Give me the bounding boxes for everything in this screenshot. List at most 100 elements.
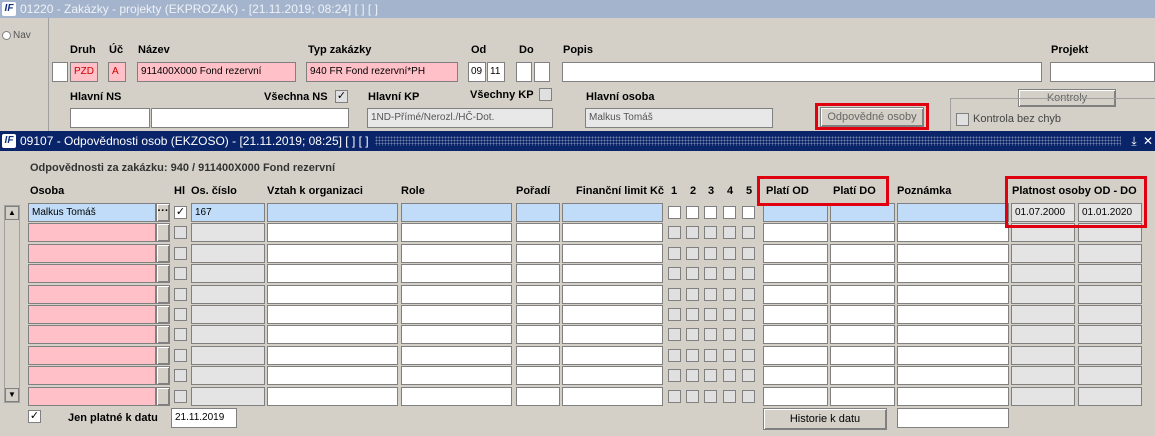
osoba-lookup-button[interactable] <box>156 346 170 365</box>
cell-fin[interactable] <box>562 305 663 324</box>
flag-checkbox[interactable] <box>723 369 736 382</box>
cell-os-cislo[interactable] <box>191 223 265 242</box>
cell-vztah[interactable] <box>267 285 398 304</box>
hl-checkbox[interactable] <box>174 390 187 403</box>
osoba-lookup-button[interactable]: ··· <box>156 203 170 222</box>
cell-role[interactable] <box>401 366 512 385</box>
cell-os-cislo[interactable] <box>191 325 265 344</box>
flag-checkbox[interactable] <box>668 308 681 321</box>
hl-checkbox[interactable] <box>174 308 187 321</box>
cell-poradi[interactable] <box>516 264 560 283</box>
cell-vztah[interactable] <box>267 305 398 324</box>
cell-osoba[interactable] <box>28 387 156 406</box>
cell-role[interactable] <box>401 244 512 263</box>
cell-platnost-do[interactable] <box>1078 305 1142 324</box>
cell-poradi[interactable] <box>516 366 560 385</box>
cell-vztah[interactable] <box>267 223 398 242</box>
flag-checkbox[interactable] <box>742 390 755 403</box>
cell-poznamka[interactable] <box>897 244 1009 263</box>
cell-poznamka[interactable] <box>897 346 1009 365</box>
cell-fin[interactable] <box>562 203 663 222</box>
flag-checkbox[interactable] <box>686 267 699 280</box>
cell-plati-od[interactable] <box>763 285 828 304</box>
flag-checkbox[interactable] <box>704 308 717 321</box>
flag-checkbox[interactable] <box>668 267 681 280</box>
flag-checkbox[interactable] <box>686 369 699 382</box>
osoba-lookup-button[interactable] <box>156 366 170 385</box>
cell-poradi[interactable] <box>516 305 560 324</box>
cell-fin[interactable] <box>562 387 663 406</box>
flag-checkbox[interactable] <box>723 328 736 341</box>
flag-checkbox[interactable] <box>723 226 736 239</box>
flag-checkbox[interactable] <box>742 369 755 382</box>
flag-checkbox[interactable] <box>723 308 736 321</box>
historie-field[interactable] <box>897 408 1009 428</box>
cell-plati-do[interactable] <box>830 325 895 344</box>
scroll-up-icon[interactable]: ▲ <box>5 206 19 220</box>
flag-checkbox[interactable] <box>686 206 699 219</box>
flag-checkbox[interactable] <box>704 267 717 280</box>
hl-checkbox[interactable] <box>174 288 187 301</box>
hl-checkbox[interactable] <box>174 247 187 260</box>
cell-poradi[interactable] <box>516 223 560 242</box>
cell-plati-od[interactable] <box>763 325 828 344</box>
cell-platnost-do[interactable] <box>1078 244 1142 263</box>
cell-fin[interactable] <box>562 285 663 304</box>
cell-plati-do[interactable] <box>830 366 895 385</box>
cell-role[interactable] <box>401 387 512 406</box>
cell-fin[interactable] <box>562 264 663 283</box>
cell-role[interactable] <box>401 346 512 365</box>
cell-vztah[interactable] <box>267 325 398 344</box>
minimize-icon[interactable]: ⤓ <box>1127 134 1141 149</box>
cell-osoba[interactable] <box>28 244 156 263</box>
close-icon[interactable]: ✕ <box>1141 134 1155 148</box>
flag-checkbox[interactable] <box>723 206 736 219</box>
flag-checkbox[interactable] <box>686 226 699 239</box>
cell-plati-do[interactable] <box>830 223 895 242</box>
flag-checkbox[interactable] <box>668 206 681 219</box>
cell-role[interactable] <box>401 203 512 222</box>
cell-osoba[interactable] <box>28 366 156 385</box>
cell-fin[interactable] <box>562 223 663 242</box>
flag-checkbox[interactable] <box>668 226 681 239</box>
jen-platne-date-field[interactable]: 21.11.2019 <box>171 408 237 428</box>
cell-os-cislo[interactable] <box>191 346 265 365</box>
flag-checkbox[interactable] <box>668 328 681 341</box>
flag-checkbox[interactable] <box>704 369 717 382</box>
flag-checkbox[interactable] <box>668 369 681 382</box>
cell-platnost-od[interactable] <box>1011 366 1075 385</box>
flag-checkbox[interactable] <box>704 328 717 341</box>
osoba-lookup-button[interactable] <box>156 264 170 283</box>
flag-checkbox[interactable] <box>686 390 699 403</box>
table-scrollbar[interactable]: ▲ ▼ <box>4 205 20 403</box>
historie-button[interactable]: Historie k datu <box>763 408 887 430</box>
cell-poradi[interactable] <box>516 346 560 365</box>
cell-poznamka[interactable] <box>897 223 1009 242</box>
cell-osoba[interactable]: Malkus Tomáš <box>28 203 156 222</box>
flag-checkbox[interactable] <box>742 308 755 321</box>
osoba-lookup-button[interactable] <box>156 223 170 242</box>
cell-osoba[interactable] <box>28 264 156 283</box>
flag-checkbox[interactable] <box>723 349 736 362</box>
popis-field[interactable] <box>562 62 1042 82</box>
cell-poznamka[interactable] <box>897 285 1009 304</box>
osoba-lookup-button[interactable] <box>156 325 170 344</box>
flag-checkbox[interactable] <box>723 247 736 260</box>
cell-plati-od[interactable] <box>763 223 828 242</box>
cell-role[interactable] <box>401 264 512 283</box>
cell-fin[interactable] <box>562 366 663 385</box>
cell-platnost-do[interactable] <box>1078 264 1142 283</box>
cell-osoba[interactable] <box>28 285 156 304</box>
cell-platnost-od[interactable] <box>1011 305 1075 324</box>
cell-plati-od[interactable] <box>763 264 828 283</box>
cell-vztah[interactable] <box>267 366 398 385</box>
jen-platne-checkbox[interactable]: ✓ <box>28 410 41 423</box>
flag-checkbox[interactable] <box>686 288 699 301</box>
flag-checkbox[interactable] <box>742 226 755 239</box>
do-month-field[interactable] <box>534 62 550 82</box>
projekt-field[interactable] <box>1050 62 1155 82</box>
flag-checkbox[interactable] <box>723 288 736 301</box>
cell-platnost-od[interactable] <box>1011 244 1075 263</box>
cell-plati-od[interactable] <box>763 387 828 406</box>
cell-platnost-od[interactable] <box>1011 387 1075 406</box>
